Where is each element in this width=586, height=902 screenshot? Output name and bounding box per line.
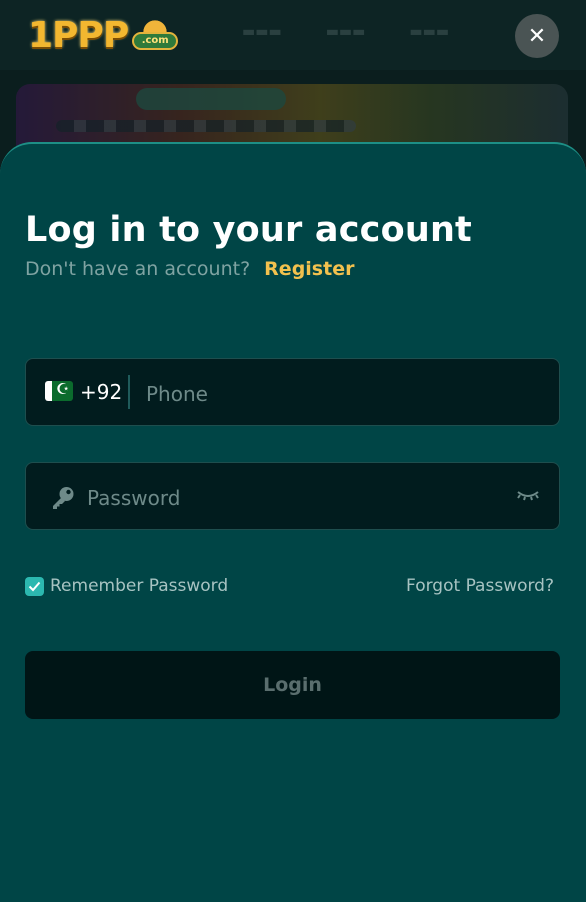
banner-strip <box>56 120 356 132</box>
site-logo: 1PPP .com <box>28 12 179 58</box>
nav-placeholder: ▬▬▬ <box>325 24 366 40</box>
key-icon <box>53 487 74 509</box>
phone-field[interactable]: ☪ +92 <box>25 358 560 426</box>
checkmark-icon <box>28 581 41 591</box>
eye-closed-icon[interactable] <box>516 489 540 503</box>
header-nav-dimmed: ▬▬▬ ▬▬▬ ▬▬▬ <box>242 24 449 40</box>
register-link[interactable]: Register <box>264 258 354 280</box>
forgot-password-link[interactable]: Forgot Password? <box>406 576 554 596</box>
field-divider <box>128 375 130 409</box>
login-button[interactable]: Login <box>25 651 560 719</box>
crown-icon <box>142 18 169 32</box>
remember-label: Remember Password <box>50 576 229 596</box>
pakistan-flag-icon[interactable]: ☪ <box>45 381 73 401</box>
register-prompt: Don't have an account? Register <box>25 258 354 280</box>
banner-tag <box>136 88 286 110</box>
password-input[interactable] <box>85 479 489 517</box>
logo-badge: .com <box>132 18 179 52</box>
country-code[interactable]: +92 <box>80 380 122 404</box>
no-account-text: Don't have an account? <box>25 258 251 280</box>
close-button[interactable]: ✕ <box>515 14 559 58</box>
phone-input[interactable] <box>144 375 548 413</box>
close-icon: ✕ <box>527 23 547 49</box>
remember-checkbox[interactable] <box>25 576 44 596</box>
remember-password-toggle[interactable]: Remember Password <box>25 576 228 596</box>
login-sheet: Log in to your account Don't have an acc… <box>0 142 586 902</box>
logo-text: 1PPP <box>28 14 129 56</box>
page-title: Log in to your account <box>25 210 472 250</box>
nav-placeholder: ▬▬▬ <box>409 24 450 40</box>
site-header: 1PPP .com ▬▬▬ ▬▬▬ ▬▬▬ <box>0 0 586 70</box>
nav-placeholder: ▬▬▬ <box>242 24 282 40</box>
password-field[interactable] <box>25 462 560 530</box>
logo-badge-label: .com <box>132 32 179 50</box>
crescent-icon: ☪ <box>56 381 70 398</box>
